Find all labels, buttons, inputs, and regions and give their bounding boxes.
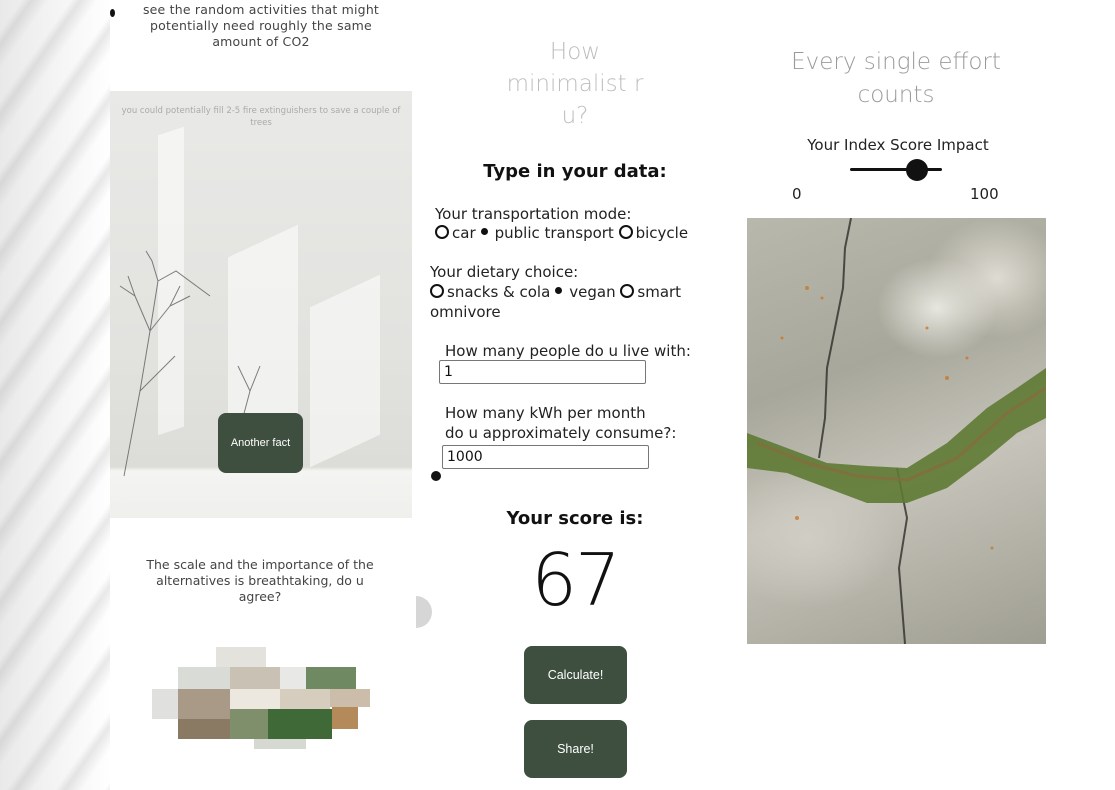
- score-heading: Your score is:: [506, 508, 644, 529]
- share-button[interactable]: Share!: [524, 720, 627, 778]
- fact-panel: you could potentially fill 2-5 fire exti…: [110, 91, 412, 518]
- transport-options: car public transport bicycle: [435, 223, 688, 243]
- mosaic-tile: [330, 689, 370, 707]
- bullet-dot: [110, 9, 115, 17]
- facts-column: see the random activities that might pot…: [110, 0, 412, 790]
- photo-mosaic: [152, 647, 372, 749]
- another-fact-button[interactable]: Another fact: [218, 413, 303, 473]
- calculator-title: How minimalist r u?: [506, 39, 644, 129]
- mosaic-tile: [178, 719, 230, 739]
- slider-min-label: 0: [792, 185, 802, 203]
- mosaic-tile: [332, 707, 358, 729]
- mosaic-tile: [178, 689, 230, 719]
- diet-label: Your dietary choice:: [430, 263, 579, 281]
- mosaic-tile: [280, 667, 306, 689]
- background-shadow-decoration: [0, 0, 112, 790]
- scroll-handle[interactable]: [416, 596, 432, 628]
- kwh-label-line2: do u approximately consume?:: [445, 424, 677, 442]
- radio-vegan-selected[interactable]: [555, 287, 563, 294]
- impact-title: Every single effort counts: [791, 49, 1001, 108]
- mosaic-tile: [230, 667, 280, 689]
- mosaic-tile: [216, 647, 266, 667]
- people-input[interactable]: [439, 360, 646, 384]
- mosaic-tile: [178, 667, 230, 689]
- mosaic-tile: [306, 667, 356, 689]
- kwh-input[interactable]: [442, 445, 649, 469]
- mosaic-tile: [254, 739, 306, 749]
- wall-texture-drawing: [747, 218, 1046, 644]
- cracked-wall-moss-image: [747, 218, 1046, 644]
- diet-options: snacks & cola vegan smart omnivore: [430, 282, 720, 322]
- mosaic-tile: [268, 709, 332, 739]
- radio-car[interactable]: [435, 225, 449, 239]
- radio-bicycle-label[interactable]: bicycle: [636, 224, 688, 242]
- kwh-label-line1: How many kWh per month: [445, 404, 646, 422]
- radio-car-label[interactable]: car: [452, 224, 476, 242]
- radio-vegan-label[interactable]: vegan: [569, 283, 615, 301]
- slider-label: Your Index Score Impact: [807, 136, 989, 154]
- impact-slider-thumb[interactable]: [905, 159, 928, 181]
- radio-bicycle[interactable]: [618, 225, 633, 239]
- transport-label: Your transportation mode:: [435, 205, 632, 223]
- score-value: 67: [531, 538, 621, 622]
- impact-slider-track[interactable]: [850, 168, 942, 171]
- calculate-button[interactable]: Calculate!: [524, 646, 627, 704]
- mosaic-tile: [230, 709, 268, 739]
- intro-text: see the random activities that might pot…: [142, 2, 380, 49]
- radio-smart-omnivore[interactable]: [620, 284, 635, 298]
- radio-snacks-label[interactable]: snacks & cola: [447, 283, 550, 301]
- form-heading: Type in your data:: [483, 161, 667, 182]
- radio-snacks[interactable]: [430, 284, 444, 298]
- bullet-dot: [431, 471, 441, 481]
- mosaic-tile: [152, 689, 178, 719]
- slider-max-label: 100: [970, 185, 999, 203]
- fact-text: you could potentially fill 2-5 fire exti…: [121, 106, 401, 128]
- radio-public-transport-label[interactable]: public transport: [495, 224, 614, 242]
- radio-public-transport-selected[interactable]: [480, 228, 488, 235]
- question-text: The scale and the importance of the alte…: [146, 557, 374, 604]
- people-label: How many people do u live with:: [445, 342, 691, 360]
